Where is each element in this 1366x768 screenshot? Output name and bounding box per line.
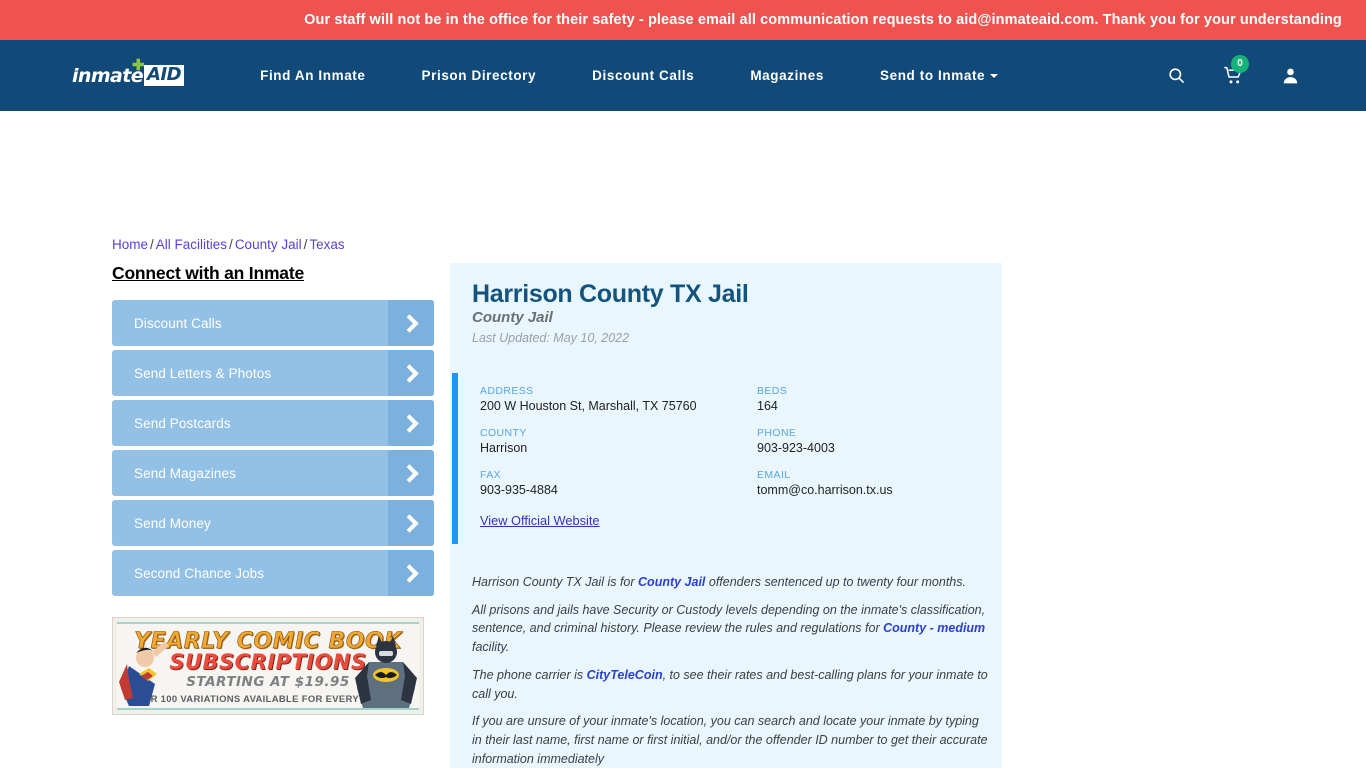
desc-p1-a: Harrison County TX Jail is for bbox=[472, 575, 639, 589]
breadcrumb-item-county-jail[interactable]: County Jail bbox=[235, 237, 302, 252]
logo-badge: AID bbox=[144, 65, 185, 86]
sidebar: Connect with an Inmate Discount Calls Se… bbox=[112, 263, 434, 600]
chevron-right-icon bbox=[388, 400, 434, 446]
nav-links: Find An Inmate Prison Directory Discount… bbox=[260, 68, 999, 83]
breadcrumb-separator: / bbox=[150, 237, 154, 252]
sidebar-item-send-money[interactable]: Send Money bbox=[112, 500, 434, 546]
desc-p2-link-county-medium[interactable]: County - medium bbox=[883, 621, 985, 635]
sidebar-item-label: Send Letters & Photos bbox=[134, 365, 272, 381]
ad-inner-frame: YEARLY COMIC BOOK SUBSCRIPTIONS STARTING… bbox=[117, 622, 419, 710]
breadcrumb-item-all-facilities[interactable]: All Facilities bbox=[156, 237, 227, 252]
main-navbar: inmate AID ✚ Find An Inmate Prison Direc… bbox=[0, 40, 1366, 111]
breadcrumb-separator: / bbox=[229, 237, 233, 252]
desc-p1-b: offenders sentenced up to twenty four mo… bbox=[705, 575, 966, 589]
facility-info-grid: ADDRESS 200 W Houston St, Marshall, TX 7… bbox=[458, 385, 1000, 497]
desc-p2-b: facility. bbox=[472, 640, 510, 655]
user-icon[interactable] bbox=[1281, 66, 1300, 85]
site-logo[interactable]: inmate AID ✚ bbox=[72, 58, 185, 87]
chevron-down-icon bbox=[990, 74, 999, 79]
chevron-right-icon bbox=[388, 550, 434, 596]
info-value-phone: 903-923-4003 bbox=[757, 441, 835, 455]
nav-item-send-to-inmate[interactable]: Send to Inmate bbox=[880, 68, 999, 83]
info-value-fax: 903-935-4884 bbox=[480, 483, 558, 497]
page-title: Harrison County TX Jail bbox=[472, 280, 749, 308]
info-label-phone: PHONE bbox=[757, 427, 797, 439]
info-field-beds: BEDS 164 bbox=[757, 385, 1000, 413]
sidebar-item-label: Second Chance Jobs bbox=[134, 565, 265, 581]
breadcrumb-item-texas[interactable]: Texas bbox=[309, 237, 344, 252]
info-label-address: ADDRESS bbox=[480, 385, 534, 397]
info-label-email: EMAIL bbox=[757, 469, 791, 481]
site-alert-banner: Our staff will not be in the office for … bbox=[0, 0, 1366, 40]
nav-item-prison-directory[interactable]: Prison Directory bbox=[422, 68, 537, 83]
breadcrumb: Home / All Facilities / County Jail / Texas bbox=[112, 237, 345, 252]
facility-detail-panel: Harrison County TX Jail County Jail Last… bbox=[450, 263, 1002, 768]
sidebar-item-label: Send Money bbox=[134, 515, 211, 531]
info-value-address: 200 W Houston St, Marshall, TX 75760 bbox=[480, 399, 697, 413]
nav-item-magazines[interactable]: Magazines bbox=[750, 68, 824, 83]
sidebar-item-discount-calls[interactable]: Discount Calls bbox=[112, 300, 434, 346]
alert-banner-text: Our staff will not be in the office for … bbox=[304, 12, 1342, 28]
superman-illustration bbox=[119, 641, 169, 706]
sidebar-item-send-postcards[interactable]: Send Postcards bbox=[112, 400, 434, 446]
nav-item-discount-calls[interactable]: Discount Calls bbox=[592, 68, 694, 83]
description-paragraph-3: The phone carrier is CityTeleCoin, to se… bbox=[472, 666, 990, 703]
chevron-right-icon bbox=[388, 300, 434, 346]
page-content: Home / All Facilities / County Jail / Texas Co… bbox=[0, 111, 1366, 768]
cart-count-badge: 0 bbox=[1231, 54, 1249, 73]
sidebar-item-label: Send Postcards bbox=[134, 415, 231, 431]
info-value-beds: 164 bbox=[757, 399, 778, 413]
cart-icon[interactable]: 0 bbox=[1223, 54, 1249, 86]
info-field-phone: PHONE 903-923-4003 bbox=[757, 427, 1000, 455]
info-label-county: COUNTY bbox=[480, 427, 527, 439]
nav-icon-group: 0 bbox=[1167, 54, 1300, 86]
comic-subscription-ad[interactable]: YEARLY COMIC BOOK SUBSCRIPTIONS STARTING… bbox=[112, 617, 424, 715]
info-label-fax: FAX bbox=[480, 469, 502, 481]
info-label-beds: BEDS bbox=[757, 385, 788, 397]
info-field-email: EMAIL tomm@co.harrison.tx.us bbox=[757, 469, 1000, 497]
chevron-right-icon bbox=[388, 450, 434, 496]
sidebar-title: Connect with an Inmate bbox=[112, 263, 305, 283]
description-paragraph-2: All prisons and jails have Security or C… bbox=[472, 601, 990, 657]
facility-type: County Jail bbox=[472, 309, 553, 326]
breadcrumb-item-home[interactable]: Home bbox=[112, 237, 148, 252]
search-icon[interactable] bbox=[1167, 66, 1186, 85]
info-field-fax: FAX 903-935-4884 bbox=[480, 469, 757, 497]
desc-p1-link-county-jail[interactable]: County Jail bbox=[638, 575, 705, 589]
sidebar-item-second-chance-jobs[interactable]: Second Chance Jobs bbox=[112, 550, 434, 596]
description-paragraph-4: If you are unsure of your inmate's locat… bbox=[472, 714, 988, 766]
view-official-website-link[interactable]: View Official Website bbox=[480, 513, 600, 528]
info-value-county: Harrison bbox=[480, 441, 528, 455]
chevron-right-icon bbox=[388, 500, 434, 546]
batman-illustration bbox=[355, 636, 417, 708]
chevron-right-icon bbox=[388, 350, 434, 396]
description-paragraph-1: Harrison County TX Jail is for County Ja… bbox=[472, 573, 990, 592]
info-field-address: ADDRESS 200 W Houston St, Marshall, TX 7… bbox=[480, 385, 757, 413]
sidebar-item-send-letters-photos[interactable]: Send Letters & Photos bbox=[112, 350, 434, 396]
info-value-email: tomm@co.harrison.tx.us bbox=[757, 483, 893, 497]
desc-p3-link-citytelecoin[interactable]: CityTeleCoin bbox=[587, 668, 663, 682]
info-field-county: COUNTY Harrison bbox=[480, 427, 757, 455]
leaf-icon: ✚ bbox=[132, 56, 145, 74]
facility-description: Harrison County TX Jail is for County Ja… bbox=[472, 573, 990, 768]
sidebar-item-label: Send Magazines bbox=[134, 465, 236, 481]
nav-item-find-an-inmate[interactable]: Find An Inmate bbox=[260, 68, 365, 83]
last-updated-text: Last Updated: May 10, 2022 bbox=[472, 331, 630, 345]
desc-p3-a: The phone carrier is bbox=[472, 667, 587, 682]
sidebar-item-send-magazines[interactable]: Send Magazines bbox=[112, 450, 434, 496]
sidebar-item-label: Discount Calls bbox=[134, 315, 222, 331]
nav-item-send-to-inmate-label: Send to Inmate bbox=[880, 68, 986, 83]
facility-info-box: ADDRESS 200 W Houston St, Marshall, TX 7… bbox=[452, 373, 1000, 544]
